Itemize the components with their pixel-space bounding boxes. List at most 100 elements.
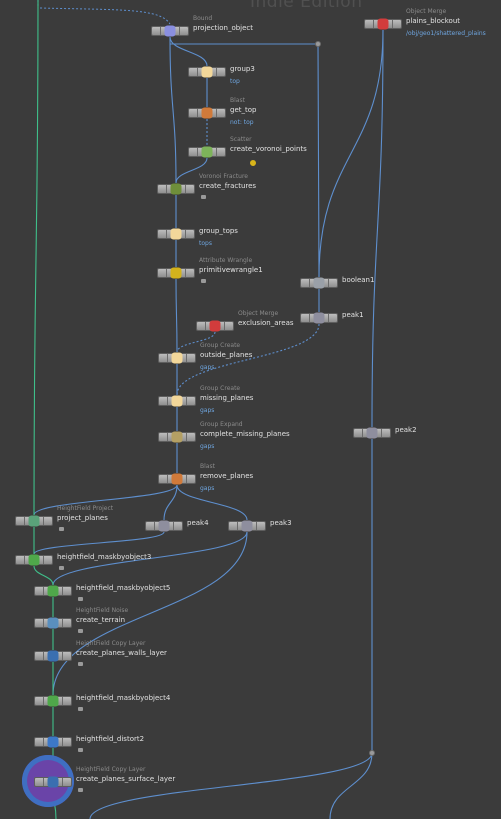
node-type-label: HeightField Copy Layer (76, 766, 146, 773)
wire[interactable] (371, 29, 384, 428)
lock-icon (59, 566, 64, 570)
wire[interactable] (33, 531, 165, 555)
node-name-label[interactable]: project_planes (57, 514, 108, 522)
node-group-label: gaps (200, 407, 215, 414)
node-name-label[interactable]: create_voronoi_points (230, 145, 307, 153)
heightfield-mask-icon (28, 554, 40, 566)
blast-icon (201, 107, 213, 119)
node-name-label[interactable]: heightfield_distort2 (76, 735, 144, 743)
node-name-label[interactable]: complete_missing_planes (200, 430, 290, 438)
node-type-label: Object Merge (238, 310, 279, 317)
heightfield-mask-icon (47, 695, 59, 707)
object-merge-icon (377, 18, 389, 30)
heightfield-project-icon (28, 515, 40, 527)
node-name-label[interactable]: heightfield_maskbyobject5 (76, 584, 170, 592)
node-name-label[interactable]: create_fractures (199, 182, 256, 190)
voronoi-fracture-icon (170, 183, 182, 195)
node-name-label[interactable]: create_planes_walls_layer (76, 649, 167, 657)
wire-dot[interactable] (315, 41, 321, 47)
node-name-label[interactable]: exclusion_areas (238, 319, 294, 327)
heightfield-copy-layer-icon (47, 650, 59, 662)
heightfield-noise-icon (47, 617, 59, 629)
node-name-label[interactable]: create_terrain (76, 616, 125, 624)
node-name-label[interactable]: heightfield_maskbyobject3 (57, 553, 151, 561)
wire-dot[interactable] (369, 750, 375, 756)
wire[interactable] (175, 278, 178, 353)
node-type-label: Blast (230, 97, 245, 104)
node-type-label: Object Merge (406, 8, 447, 15)
heightfield-distort-icon (47, 736, 59, 748)
node-name-label[interactable]: group3 (230, 65, 255, 73)
lock-icon (78, 707, 83, 711)
node-group-label: top (230, 78, 240, 85)
wire[interactable] (169, 36, 208, 67)
node-group-label: not: top (230, 119, 254, 126)
node-name-label[interactable]: remove_planes (200, 472, 253, 480)
node-name-label[interactable]: peak3 (270, 519, 292, 527)
wire[interactable] (317, 43, 320, 278)
node-type-label: Group Expand (200, 421, 243, 428)
node-name-label[interactable]: peak4 (187, 519, 209, 527)
scatter-icon (201, 146, 213, 158)
node-type-label: Blast (200, 463, 215, 470)
lock-icon (78, 662, 83, 666)
lock-icon (59, 527, 64, 531)
node-type-label: Voronoi Fracture (199, 173, 249, 180)
node-type-label: Group Create (200, 385, 241, 392)
node-type-label: HeightField Copy Layer (76, 640, 146, 647)
node-group-label: gaps (200, 364, 215, 371)
node-type-label: Group Create (200, 342, 241, 349)
peak-icon (313, 312, 325, 324)
node-name-label[interactable]: group_tops (199, 227, 238, 235)
blast-icon (171, 473, 183, 485)
wire[interactable] (318, 29, 384, 278)
lock-icon (78, 629, 83, 633)
peak-icon (366, 427, 378, 439)
node-type-label: HeightField Project (57, 505, 114, 512)
node-name-label[interactable]: projection_object (193, 24, 253, 32)
wire[interactable] (33, 0, 39, 516)
lock-icon (78, 748, 83, 752)
group-expand-icon (171, 431, 183, 443)
node-name-label[interactable]: heightfield_maskbyobject4 (76, 694, 170, 702)
node-name-label[interactable]: plains_blockout (406, 17, 460, 25)
lock-icon (78, 788, 83, 792)
heightfield-copy-layer-icon (47, 776, 59, 788)
node-type-label: Bound (193, 15, 213, 22)
wire[interactable] (329, 752, 373, 819)
lock-icon (78, 597, 83, 601)
node-name-label[interactable]: get_top (230, 106, 256, 114)
peak-icon (158, 520, 170, 532)
wire[interactable] (33, 565, 54, 586)
node-group-label: gaps (200, 485, 215, 492)
group-icon (170, 228, 182, 240)
warning-icon (250, 160, 256, 166)
node-type-label: HeightField Noise (76, 607, 129, 614)
node-name-label[interactable]: outside_planes (200, 351, 252, 359)
wire[interactable] (89, 752, 373, 819)
attribute-wrangle-icon (170, 267, 182, 279)
peak-icon (241, 520, 253, 532)
object-merge-icon (209, 320, 221, 332)
heightfield-mask-icon (47, 585, 59, 597)
node-type-label: Scatter (230, 136, 252, 143)
wire-dashed[interactable] (39, 7, 171, 25)
lock-icon (201, 279, 206, 283)
wire[interactable] (176, 323, 320, 396)
group-icon (171, 352, 183, 364)
node-group-label: /obj/geo1/shattered_plains (406, 30, 486, 37)
node-name-label[interactable]: peak1 (342, 311, 364, 319)
lock-icon (201, 195, 206, 199)
node-name-label[interactable]: create_planes_surface_layer (76, 775, 175, 783)
node-group-label: gaps (200, 443, 215, 450)
node-name-label[interactable]: missing_planes (200, 394, 253, 402)
wire[interactable] (169, 36, 177, 184)
bound-icon (164, 25, 176, 37)
node-name-label[interactable]: primitivewrangle1 (199, 266, 263, 274)
boolean-icon (313, 277, 325, 289)
node-type-label: Attribute Wrangle (199, 257, 253, 264)
node-name-label[interactable]: peak2 (395, 426, 417, 434)
node-name-label[interactable]: boolean1 (342, 276, 374, 284)
group-icon (201, 66, 213, 78)
node-group-label: tops (199, 240, 212, 247)
